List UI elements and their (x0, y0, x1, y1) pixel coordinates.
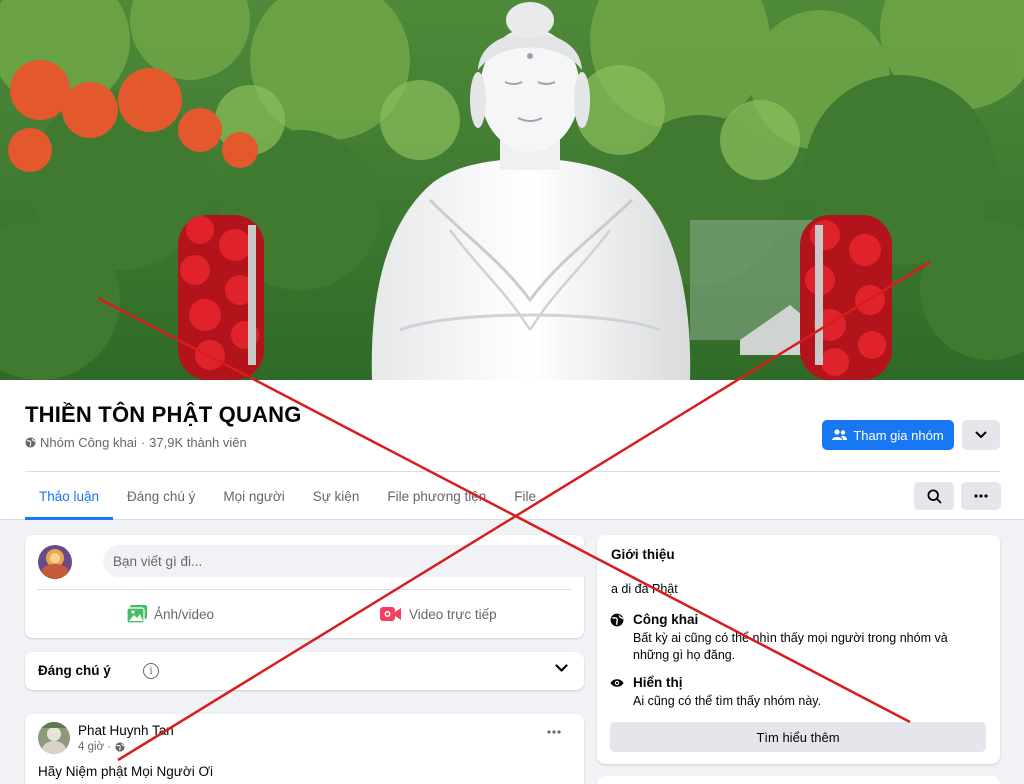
learn-more-button[interactable]: Tìm hiểu thêm (610, 722, 986, 752)
tab-media[interactable]: File phương tiện (373, 472, 500, 520)
tab-featured[interactable]: Đáng chú ý (113, 472, 209, 520)
user-avatar[interactable] (38, 545, 72, 579)
about-card: Giới thiệu a di đà Phật Công khai Bất kỳ… (597, 535, 1000, 764)
chevron-down-icon (975, 431, 987, 438)
live-video-button[interactable]: Video trực tiếp (380, 603, 497, 625)
post-time: 4 giờ · (78, 741, 125, 753)
join-group-button[interactable]: Tham gia nhóm (822, 420, 954, 450)
photo-video-label: Ảnh/video (154, 606, 215, 622)
post-time-text[interactable]: 4 giờ · (78, 741, 111, 753)
tab-more-button[interactable] (961, 482, 1001, 510)
about-title: Giới thiệu (611, 547, 675, 562)
public-description: Bất kỳ ai cũng có thể nhìn thấy mọi ngườ… (633, 631, 948, 662)
group-name: THIỀN TÔN PHẬT QUANG (25, 402, 302, 427)
featured-label: Đáng chú ý (38, 663, 111, 678)
search-button[interactable] (914, 482, 954, 510)
live-video-icon (380, 607, 401, 621)
more-options-button[interactable] (962, 420, 1000, 450)
next-card (597, 776, 1000, 784)
post-composer: Bạn viết gì đi... Ảnh/video Video trực t… (25, 535, 596, 638)
group-members[interactable]: 37,9K thành viên (149, 435, 247, 450)
tab-discussion[interactable]: Thảo luận (25, 472, 114, 520)
search-icon (926, 488, 941, 503)
cover-photo (0, 0, 1024, 380)
tab-people[interactable]: Mọi người (209, 472, 298, 520)
public-heading: Công khai (633, 612, 699, 627)
group-header: THIỀN TÔN PHẬT QUANG Nhóm Công khai · 37… (0, 380, 1024, 520)
about-description: a di đà Phật (611, 582, 678, 596)
more-horizontal-icon[interactable] (547, 730, 561, 734)
visible-description: Ai cũng có thể tìm thấy nhóm này. (633, 694, 822, 708)
photo-video-button[interactable]: Ảnh/video (127, 603, 214, 625)
more-horizontal-icon (974, 494, 988, 498)
post-author[interactable]: Phat Huynh Tan (78, 723, 174, 738)
globe-icon (25, 437, 36, 448)
meta-separator: · (140, 435, 146, 450)
photo-icon (127, 605, 147, 623)
info-icon[interactable]: i (143, 663, 159, 679)
group-meta: Nhóm Công khai · 37,9K thành viên (25, 435, 247, 450)
post-card: Phat Huynh Tan 4 giờ · Hãy Niệm phật Mọi… (25, 714, 584, 784)
tab-files[interactable]: File (500, 472, 550, 520)
author-avatar[interactable] (38, 722, 70, 754)
people-icon (832, 429, 848, 440)
eye-icon (610, 679, 624, 687)
featured-section[interactable]: Đáng chú ý i (25, 652, 584, 690)
group-tabs: Thảo luận Đáng chú ý Mọi người Sự kiện F… (25, 472, 550, 520)
compose-input[interactable]: Bạn viết gì đi... (103, 545, 596, 577)
visible-heading: Hiển thị (633, 675, 683, 690)
live-video-label: Video trực tiếp (409, 606, 497, 622)
post-text: Hãy Niệm phật Mọi Người Ơi (38, 764, 214, 779)
composer-divider (37, 589, 572, 590)
join-group-label: Tham gia nhóm (853, 427, 944, 443)
group-privacy: Nhóm Công khai (40, 435, 137, 450)
chevron-down-icon[interactable] (555, 664, 568, 673)
tab-events[interactable]: Sự kiện (299, 472, 374, 520)
globe-icon (115, 742, 125, 752)
globe-icon (610, 613, 624, 627)
